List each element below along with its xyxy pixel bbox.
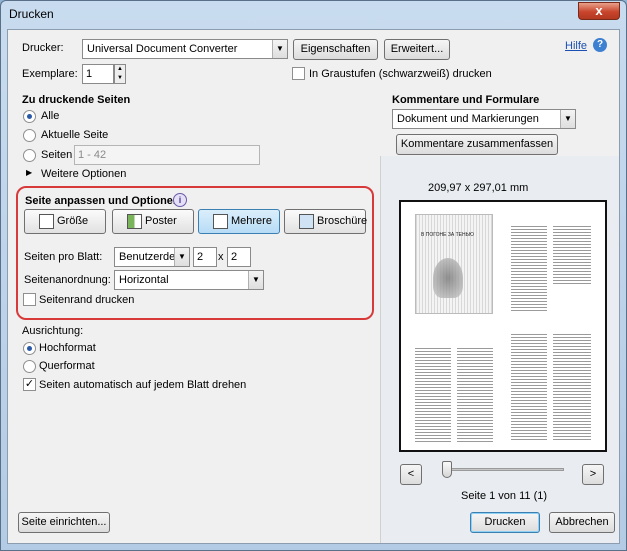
page-slider-thumb[interactable] xyxy=(442,461,452,478)
pages-per-sheet-label: Seiten pro Blatt: xyxy=(24,251,103,263)
grayscale-checkbox[interactable] xyxy=(292,67,305,80)
mode-booklet-label: Broschüre xyxy=(317,215,368,227)
printer-label: Drucker: xyxy=(22,42,64,54)
print-button[interactable]: Drucken xyxy=(470,512,540,533)
window-title: Drucken xyxy=(9,7,54,21)
multiple-pages-icon xyxy=(213,214,228,229)
text-column xyxy=(553,226,591,286)
mode-size-button[interactable]: Größe xyxy=(24,209,106,234)
radio-page-range[interactable] xyxy=(23,149,36,162)
copies-label: Exemplare: xyxy=(22,68,78,80)
radio-current-page[interactable] xyxy=(23,129,36,142)
pages-heading: Zu druckende Seiten xyxy=(22,94,131,106)
page-border-label: Seitenrand drucken xyxy=(39,294,135,306)
preview-page-3 xyxy=(411,326,497,446)
text-column xyxy=(511,226,547,312)
chevron-down-icon: ▼ xyxy=(272,40,287,58)
text-column xyxy=(553,334,591,442)
preview-sheet: В ПОГОНЕ ЗА ТЕНЬЮ xyxy=(399,200,607,452)
page-order-label: Seitenanordnung: xyxy=(24,274,111,286)
page-border-checkbox[interactable] xyxy=(23,293,36,306)
title-bar[interactable]: Drucken xyxy=(1,1,626,29)
prev-page-button[interactable]: < xyxy=(400,464,422,485)
page-handling-heading: Seite anpassen und Optionen xyxy=(25,195,180,207)
landscape-label: Querformat xyxy=(39,360,95,372)
chevron-down-icon: ▼ xyxy=(560,110,575,128)
printer-select-value: Universal Document Converter xyxy=(87,43,238,55)
mode-poster-label: Poster xyxy=(145,215,177,227)
mode-size-label: Größe xyxy=(57,215,89,227)
cancel-button[interactable]: Abbrechen xyxy=(549,512,615,533)
properties-button[interactable]: Eigenschaften xyxy=(293,39,378,60)
chevron-down-icon: ▼ xyxy=(174,248,189,266)
copies-input[interactable]: 1 xyxy=(82,64,114,84)
page-slider-track[interactable] xyxy=(442,468,564,471)
chevron-down-icon: ▼ xyxy=(248,271,263,289)
radio-all-label: Alle xyxy=(41,110,60,122)
printer-select[interactable]: Universal Document Converter ▼ xyxy=(82,39,288,59)
dialog-client-area: Drucker: Universal Document Converter ▼ … xyxy=(7,29,620,544)
page-setup-button[interactable]: Seite einrichten... xyxy=(18,512,110,533)
mode-booklet-button[interactable]: Broschüre xyxy=(284,209,368,234)
comments-select-value: Dokument und Markierungen xyxy=(397,113,539,125)
auto-rotate-checkbox[interactable]: ✓ xyxy=(23,378,36,391)
mode-poster-button[interactable]: Poster xyxy=(112,209,194,234)
page-order-value: Horizontal xyxy=(119,274,169,286)
pages-per-sheet-value: Benutzerdefi xyxy=(119,251,181,263)
mode-multiple-button[interactable]: Mehrere xyxy=(198,209,280,234)
radio-all-pages[interactable] xyxy=(23,110,36,123)
page-range-input[interactable]: 1 - 42 xyxy=(74,145,260,165)
close-button[interactable]: x xyxy=(578,2,620,20)
times-sign: x xyxy=(218,251,224,263)
paper-size-label: 209,97 x 297,01 mm xyxy=(428,182,529,194)
print-dialog: Drucken x Drucker: Universal Document Co… xyxy=(0,0,627,551)
text-column xyxy=(457,348,493,442)
radio-range-label: Seiten xyxy=(41,149,73,161)
page-order-select[interactable]: Horizontal ▼ xyxy=(114,270,264,290)
size-icon xyxy=(39,214,54,229)
portrait-label: Hochformat xyxy=(39,342,96,354)
cover-portrait xyxy=(433,258,463,298)
summarize-comments-button[interactable]: Kommentare zusammenfassen xyxy=(396,134,558,155)
comments-select[interactable]: Dokument und Markierungen ▼ xyxy=(392,109,576,129)
mode-multiple-label: Mehrere xyxy=(231,215,272,227)
grayscale-label: In Graustufen (schwarzweiß) drucken xyxy=(309,68,492,80)
help-icon[interactable]: ? xyxy=(593,38,607,52)
help-link[interactable]: Hilfe xyxy=(565,40,587,52)
columns-input[interactable]: 2 xyxy=(193,247,217,267)
orientation-heading: Ausrichtung: xyxy=(22,325,84,337)
auto-rotate-label: Seiten automatisch auf jedem Blatt drehe… xyxy=(39,379,247,391)
book-title: В ПОГОНЕ ЗА ТЕНЬЮ xyxy=(421,232,474,238)
booklet-icon xyxy=(299,214,314,229)
radio-current-label: Aktuelle Seite xyxy=(41,129,109,141)
comments-heading: Kommentare und Formulare xyxy=(392,94,540,106)
rows-input[interactable]: 2 xyxy=(227,247,251,267)
radio-landscape[interactable] xyxy=(23,360,36,373)
copies-spinner[interactable]: ▲ ▼ xyxy=(114,64,126,84)
preview-page-2 xyxy=(507,210,595,318)
text-column xyxy=(415,348,451,442)
radio-portrait[interactable] xyxy=(23,342,36,355)
expand-arrow-icon[interactable]: ▶ xyxy=(26,168,32,177)
pages-per-sheet-select[interactable]: Benutzerdefi ▼ xyxy=(114,247,190,267)
page-status: Seite 1 von 11 (1) xyxy=(461,490,548,502)
preview-page-1: В ПОГОНЕ ЗА ТЕНЬЮ xyxy=(411,210,497,318)
advanced-button[interactable]: Erweitert... xyxy=(384,39,450,60)
preview-page-4 xyxy=(507,326,595,446)
next-page-button[interactable]: > xyxy=(582,464,604,485)
text-column xyxy=(511,334,547,442)
info-icon[interactable]: i xyxy=(173,193,187,207)
poster-icon xyxy=(127,214,142,229)
more-options-link[interactable]: Weitere Optionen xyxy=(41,168,126,180)
